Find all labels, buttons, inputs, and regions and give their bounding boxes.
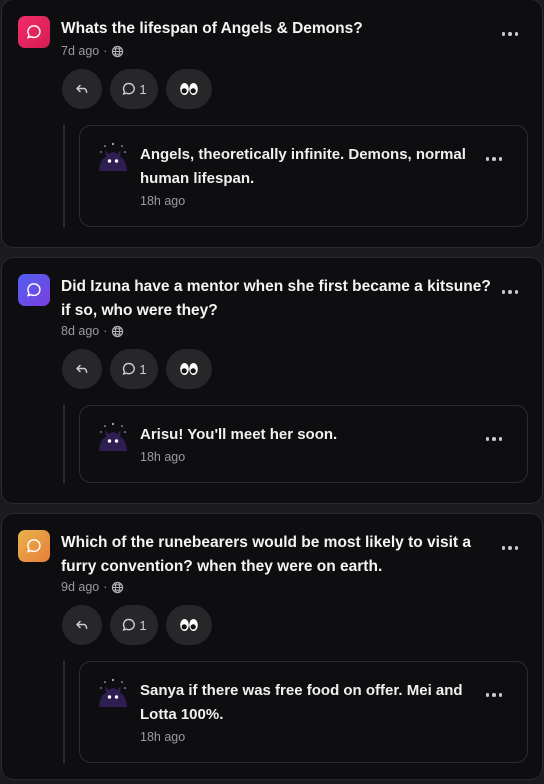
reply-button[interactable] (62, 349, 102, 389)
question-card: Whats the lifespan of Angels & Demons? 7… (1, 0, 543, 248)
answer-card: Angels, theoretically infinite. Demons, … (79, 125, 528, 227)
asker-avatar (18, 16, 50, 48)
question-card: Did Izuna have a mentor when she first b… (1, 257, 543, 504)
comment-icon (122, 618, 136, 631)
question-text: Did Izuna have a mentor when she first b… (61, 278, 491, 319)
meta-separator: · (103, 324, 108, 338)
question-text: Which of the runebearers would be most l… (61, 534, 471, 575)
question-actions: 1 (62, 605, 212, 645)
answer-text: Angels, theoretically infinite. Demons, … (140, 146, 466, 187)
answer-time: 18h ago (140, 194, 186, 208)
comments-button[interactable]: 1 (110, 349, 158, 389)
question-meta: 7d ago · (61, 44, 124, 58)
answer-card: Arisu! You'll meet her soon. 18h ago (79, 405, 528, 483)
globe-icon (112, 45, 124, 57)
answer-card: Sanya if there was free food on offer. M… (79, 661, 528, 763)
question-more-button[interactable] (498, 540, 522, 556)
reaction-button[interactable] (166, 605, 212, 645)
question-more-button[interactable] (498, 26, 522, 42)
reply-arrow-icon (76, 620, 88, 630)
question-feed: Whats the lifespan of Angels & Demons? 7… (0, 0, 544, 784)
reaction-button[interactable] (166, 349, 212, 389)
answer-time: 18h ago (140, 450, 186, 464)
eyes-emoji-icon (180, 619, 198, 631)
meta-separator: · (103, 44, 108, 58)
chat-bubble-icon (27, 283, 41, 297)
thread-line (63, 661, 65, 763)
eyes-emoji-icon (180, 363, 198, 375)
answer-text: Sanya if there was free food on offer. M… (140, 682, 463, 723)
question-time: 9d ago (61, 580, 100, 594)
chat-bubble-icon (27, 25, 41, 39)
question-more-button[interactable] (498, 284, 522, 300)
eyes-emoji-icon (180, 83, 198, 95)
asker-avatar (18, 530, 50, 562)
reply-button[interactable] (62, 605, 102, 645)
answer-text: Arisu! You'll meet her soon. (140, 426, 338, 443)
comments-button[interactable]: 1 (110, 605, 158, 645)
reply-button[interactable] (62, 69, 102, 109)
question-meta: 9d ago · (61, 580, 124, 594)
creator-avatar-icon (99, 679, 127, 707)
creator-avatar-icon (99, 423, 127, 451)
answer-time: 18h ago (140, 730, 186, 744)
answer-more-button[interactable] (482, 431, 506, 447)
question-time: 8d ago (61, 324, 100, 338)
question-actions: 1 (62, 349, 212, 389)
comment-count: 1 (139, 617, 147, 633)
comment-icon (122, 362, 136, 375)
asker-avatar (18, 274, 50, 306)
globe-icon (112, 581, 124, 593)
reply-arrow-icon (76, 364, 88, 374)
comment-icon (122, 82, 136, 95)
answer-more-button[interactable] (482, 151, 506, 167)
question-meta: 8d ago · (61, 324, 124, 338)
question-actions: 1 (62, 69, 212, 109)
globe-icon (112, 325, 124, 337)
question-card: Which of the runebearers would be most l… (1, 513, 543, 780)
question-time: 7d ago (61, 44, 100, 58)
chat-bubble-icon (27, 539, 41, 553)
thread-line (63, 405, 65, 483)
comments-button[interactable]: 1 (110, 69, 158, 109)
question-text: Whats the lifespan of Angels & Demons? (61, 20, 363, 37)
answer-more-button[interactable] (482, 687, 506, 703)
meta-separator: · (103, 580, 108, 594)
reaction-button[interactable] (166, 69, 212, 109)
creator-avatar-icon (99, 143, 127, 171)
thread-line (63, 125, 65, 227)
reply-arrow-icon (76, 84, 88, 94)
comment-count: 1 (139, 361, 147, 377)
comment-count: 1 (139, 81, 147, 97)
